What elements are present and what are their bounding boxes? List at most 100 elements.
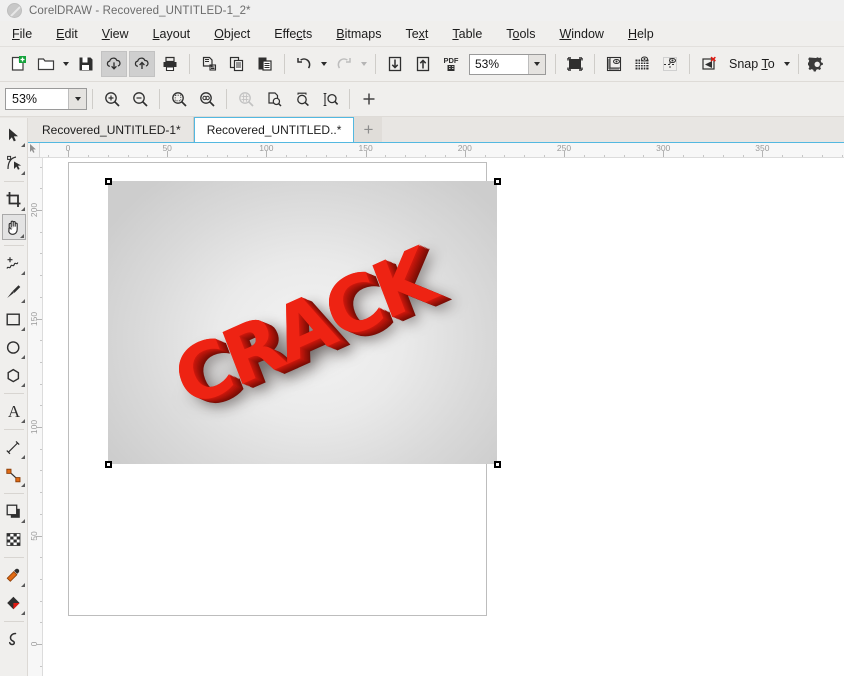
undo-button[interactable] [291,51,317,77]
paste-button[interactable] [252,51,278,77]
open-from-cloud-button[interactable] [129,51,155,77]
text-tool[interactable]: A [2,398,26,424]
crop-tool-flyout[interactable] [21,207,25,211]
zoom-to-page-width-button[interactable] [261,86,287,112]
menu-window[interactable]: Window [547,24,615,44]
transparency-tool[interactable] [2,526,26,552]
zoom-out-button[interactable] [127,86,153,112]
crop-tool[interactable] [2,186,26,212]
print-button[interactable] [157,51,183,77]
menu-object[interactable]: Object [202,24,262,44]
fullscreen-preview-button[interactable] [562,51,588,77]
show-guidelines-button[interactable] [657,51,683,77]
zoom-to-selection-height-button[interactable] [317,86,343,112]
color-eyedropper-tool[interactable] [2,562,26,588]
selection-handle-top-right[interactable] [494,178,501,185]
freehand-tool-flyout[interactable] [21,271,25,275]
selection-handle-bottom-right[interactable] [494,461,501,468]
save-document-button[interactable] [73,51,99,77]
customize-button[interactable] [356,86,382,112]
menu-layout[interactable]: Layout [141,24,203,44]
ruler-h-major-tick [366,151,367,157]
ellipse-tool-flyout[interactable] [21,355,25,359]
zoom-level-value[interactable]: 53% [470,55,528,74]
artistic-media-tool[interactable] [2,278,26,304]
ruler-origin-corner[interactable] [28,143,40,158]
zoom-property-dropdown[interactable] [68,89,86,109]
freehand-tool[interactable] [2,250,26,276]
open-document-button[interactable] [33,51,59,77]
zoom-level-combo[interactable]: 53% [469,54,546,75]
snap-to-dropdown[interactable] [781,51,793,77]
zoom-to-all-objects-button[interactable] [194,86,220,112]
vertical-ruler[interactable]: 200150100500 [28,158,43,676]
zoom-pan-tool[interactable] [2,214,26,240]
menu-help[interactable]: Help [616,24,666,44]
menu-effects[interactable]: Effects [262,24,324,44]
document-tab-1[interactable]: Recovered_UNTITLED-1* [30,117,194,142]
drop-shadow-tool-flyout[interactable] [21,519,25,523]
pick-tool-flyout[interactable] [21,143,25,147]
menu-tools[interactable]: Tools [494,24,547,44]
smart-fill-tool[interactable] [2,626,26,652]
zoom-property-value[interactable]: 53% [6,92,68,106]
coreldraw-window: CorelDRAW - Recovered_UNTITLED-1_2* File… [0,0,844,676]
rectangle-tool[interactable] [2,306,26,332]
parallel-dimension-tool-flyout[interactable] [21,455,25,459]
text-tool-flyout[interactable] [21,419,25,423]
polygon-tool[interactable] [2,362,26,388]
artistic-media-tool-flyout[interactable] [21,299,25,303]
zoom-in-button[interactable] [99,86,125,112]
shape-tool[interactable] [2,150,26,176]
zoom-level-dropdown[interactable] [528,55,545,74]
horizontal-ruler[interactable]: 050100150200250300350 [28,143,844,158]
menu-bitmaps[interactable]: Bitmaps [324,24,393,44]
drawing-canvas[interactable]: CRACK [43,158,844,676]
ellipse-tool[interactable] [2,334,26,360]
parallel-dimension-tool[interactable] [2,434,26,460]
zoom-pan-tool-flyout[interactable] [20,234,24,238]
show-rulers-button[interactable] [601,51,627,77]
cut-button[interactable] [196,51,222,77]
show-grid-button[interactable] [629,51,655,77]
menu-text[interactable]: Text [393,24,440,44]
new-document-button[interactable] [5,51,31,77]
open-document-dropdown[interactable] [60,51,72,77]
drawing-page[interactable]: CRACK [68,162,487,616]
ruler-v-minor-tick [40,362,42,363]
interactive-fill-tool[interactable] [2,590,26,616]
redo-dropdown[interactable] [358,51,370,77]
snap-to-label[interactable]: Snap To [723,57,781,71]
undo-dropdown[interactable] [318,51,330,77]
crack-bitmap[interactable]: CRACK [108,181,497,464]
interactive-fill-tool-flyout[interactable] [21,611,25,615]
connector-tool-flyout[interactable] [21,483,25,487]
import-button[interactable] [382,51,408,77]
new-document-tab-button[interactable]: + [354,117,382,142]
export-button[interactable] [410,51,436,77]
copy-button[interactable] [224,51,250,77]
selection-handle-top-left[interactable] [105,178,112,185]
document-tab-2[interactable]: Recovered_UNTITLED..* [194,117,355,142]
zoom-property-combo[interactable]: 53% [5,88,87,110]
zoom-to-selected-button[interactable] [166,86,192,112]
menu-view[interactable]: View [90,24,141,44]
redo-button[interactable] [331,51,357,77]
zoom-to-page-button[interactable] [233,86,259,112]
eyedropper-tool-flyout[interactable] [21,583,25,587]
zoom-to-page-height-button[interactable] [289,86,315,112]
drop-shadow-tool[interactable] [2,498,26,524]
selection-handle-bottom-left[interactable] [105,461,112,468]
menu-table[interactable]: Table [440,24,494,44]
rectangle-tool-flyout[interactable] [21,327,25,331]
clear-transformations-button[interactable] [696,51,722,77]
polygon-tool-flyout[interactable] [21,383,25,387]
straight-line-connector-tool[interactable] [2,462,26,488]
publish-to-pdf-button[interactable]: PDF [438,51,464,77]
save-to-cloud-button[interactable] [101,51,127,77]
shape-tool-flyout[interactable] [21,171,25,175]
menu-edit[interactable]: Edit [44,24,90,44]
pick-tool[interactable] [2,122,26,148]
menu-file[interactable]: File [0,24,44,44]
options-button[interactable] [805,51,831,77]
